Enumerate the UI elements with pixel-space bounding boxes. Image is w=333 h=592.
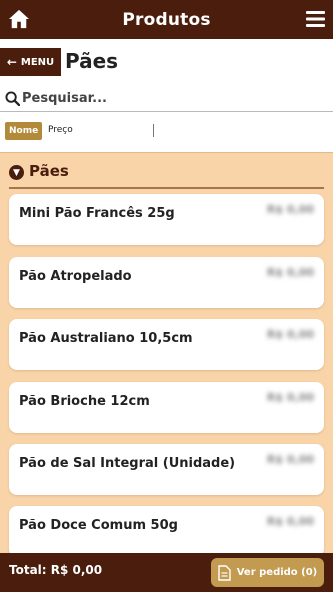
product-name: Pão Australiano 10,5cm xyxy=(19,331,193,346)
product-price: R$ 0,00 xyxy=(266,266,314,279)
category-title: Pães xyxy=(29,162,69,180)
product-price: R$ 0,00 xyxy=(266,203,314,216)
product-name: Pão de Sal Integral (Unidade) xyxy=(19,456,236,471)
menu-back-button[interactable]: ← MENU xyxy=(0,48,61,76)
product-price: R$ 0,00 xyxy=(266,515,314,528)
category-header[interactable]: ▼ Pães xyxy=(9,161,324,189)
product-name: Pão Atropelado xyxy=(19,269,132,284)
list-item[interactable]: Pão Doce Comum 50g R$ 0,00 xyxy=(9,506,324,553)
product-list: ▼ Pães Mini Pão Francês 25g R$ 0,00 Pão … xyxy=(0,152,333,553)
hamburger-icon[interactable] xyxy=(306,11,325,27)
chevron-down-icon: ▼ xyxy=(9,165,24,180)
top-bar: Produtos xyxy=(0,0,333,39)
document-icon xyxy=(218,564,231,581)
product-price: R$ 0,00 xyxy=(266,391,314,404)
product-price: R$ 0,00 xyxy=(266,453,314,466)
product-name: Mini Pão Francês 25g xyxy=(19,206,175,221)
search-icon xyxy=(5,91,20,106)
page-header-title: Produtos xyxy=(122,9,211,30)
list-item[interactable]: Pão Atropelado R$ 0,00 xyxy=(9,257,324,308)
sort-bar: Nome Preço xyxy=(0,120,333,144)
view-order-label: Ver pedido (0) xyxy=(236,567,318,578)
divider xyxy=(153,124,154,137)
product-name: Pão Brioche 12cm xyxy=(19,394,150,409)
arrow-left-icon: ← xyxy=(6,55,17,69)
search-bar xyxy=(0,84,333,112)
home-icon[interactable] xyxy=(8,9,30,29)
order-total: Total: R$ 0,00 xyxy=(9,563,103,577)
list-item[interactable]: Pão Brioche 12cm R$ 0,00 xyxy=(9,382,324,433)
search-input[interactable] xyxy=(22,87,322,109)
bottom-bar: Total: R$ 0,00 Ver pedido (0) xyxy=(0,553,333,592)
product-name: Pão Doce Comum 50g xyxy=(19,518,178,533)
menu-button-label: MENU xyxy=(20,56,55,68)
list-item[interactable]: Pão de Sal Integral (Unidade) R$ 0,00 xyxy=(9,444,324,495)
sort-by-name-button[interactable]: Nome xyxy=(5,122,43,140)
view-order-button[interactable]: Ver pedido (0) xyxy=(211,558,324,587)
sub-header: ← MENU Pães xyxy=(0,46,333,80)
list-item[interactable]: Pão Australiano 10,5cm R$ 0,00 xyxy=(9,319,324,370)
category-page-title: Pães xyxy=(65,49,119,73)
sort-by-price-button[interactable]: Preço xyxy=(48,125,73,135)
product-price: R$ 0,00 xyxy=(266,328,314,341)
list-item[interactable]: Mini Pão Francês 25g R$ 0,00 xyxy=(9,194,324,245)
